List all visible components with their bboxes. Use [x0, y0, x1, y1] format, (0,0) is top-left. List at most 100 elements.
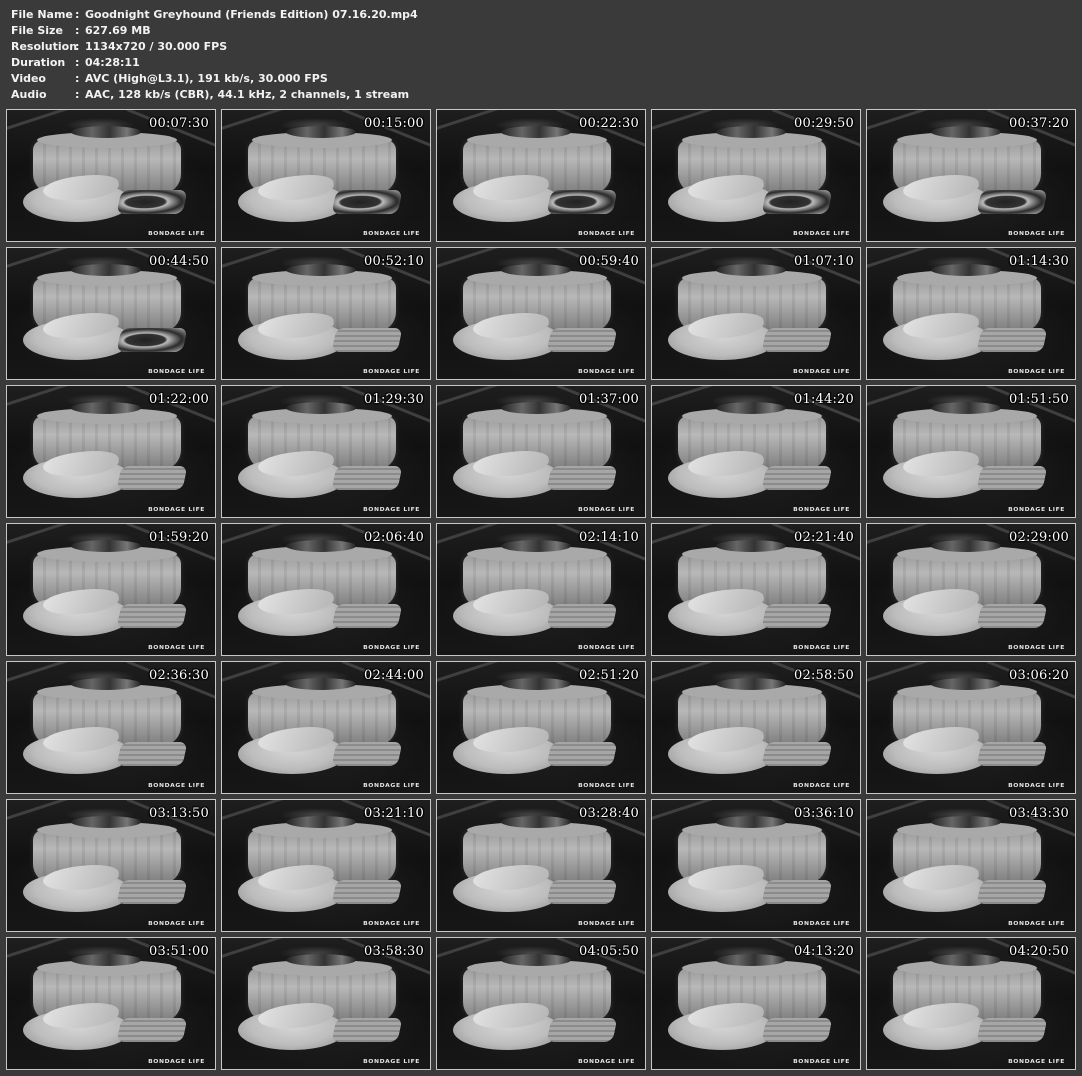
pillows-shape [286, 816, 356, 828]
info-separator: : [75, 24, 80, 37]
pillows-shape [501, 954, 571, 966]
watermark-logo: BONDAGE LIFE [578, 644, 635, 651]
thumbnail-frame[interactable]: 00:59:40 BONDAGE LIFE [436, 247, 646, 380]
pillows-shape [71, 126, 141, 138]
watermark-logo: BONDAGE LIFE [1008, 368, 1065, 375]
frame-timestamp: 01:44:20 [794, 392, 854, 407]
thumbnail-frame[interactable]: 01:29:30 BONDAGE LIFE [221, 385, 431, 518]
info-separator: : [75, 88, 80, 101]
frame-timestamp: 03:58:30 [364, 944, 424, 959]
thumbnail-frame[interactable]: 02:44:00 BONDAGE LIFE [221, 661, 431, 794]
pillows-shape [716, 126, 786, 138]
pillows-shape [716, 954, 786, 966]
watermark-logo: BONDAGE LIFE [793, 920, 850, 927]
info-separator: : [75, 40, 80, 53]
floor-mat-shape [331, 466, 403, 490]
thumbnail-frame[interactable]: 04:05:50 BONDAGE LIFE [436, 937, 646, 1070]
thumbnail-frame[interactable]: 02:14:10 BONDAGE LIFE [436, 523, 646, 656]
floor-mat-shape [116, 880, 188, 904]
floor-mat-shape [116, 328, 188, 352]
thumbnail-frame[interactable]: 03:21:10 BONDAGE LIFE [221, 799, 431, 932]
thumbnail-frame[interactable]: 02:29:00 BONDAGE LIFE [866, 523, 1076, 656]
watermark-logo: BONDAGE LIFE [578, 1058, 635, 1065]
floor-mat-shape [331, 742, 403, 766]
info-row-audio: Audio : AAC, 128 kb/s (CBR), 44.1 kHz, 2… [11, 87, 418, 103]
floor-mat-shape [116, 742, 188, 766]
thumbnail-frame[interactable]: 03:28:40 BONDAGE LIFE [436, 799, 646, 932]
watermark-logo: BONDAGE LIFE [793, 506, 850, 513]
thumbnail-frame[interactable]: 00:22:30 BONDAGE LIFE [436, 109, 646, 242]
thumbnail-frame[interactable]: 01:22:00 BONDAGE LIFE [6, 385, 216, 518]
watermark-logo: BONDAGE LIFE [578, 368, 635, 375]
floor-mat-shape [546, 880, 618, 904]
info-label: Resolution [11, 40, 78, 53]
info-row-file-size: File Size : 627.69 MB [11, 23, 418, 39]
pillows-shape [931, 126, 1001, 138]
thumbnail-frame[interactable]: 01:51:50 BONDAGE LIFE [866, 385, 1076, 518]
frame-timestamp: 02:58:50 [794, 668, 854, 683]
thumbnail-frame[interactable]: 01:07:10 BONDAGE LIFE [651, 247, 861, 380]
frame-timestamp: 01:59:20 [149, 530, 209, 545]
thumbnail-frame[interactable]: 00:52:10 BONDAGE LIFE [221, 247, 431, 380]
watermark-logo: BONDAGE LIFE [793, 368, 850, 375]
frame-timestamp: 01:37:00 [579, 392, 639, 407]
watermark-logo: BONDAGE LIFE [578, 920, 635, 927]
thumbnail-frame[interactable]: 03:36:10 BONDAGE LIFE [651, 799, 861, 932]
watermark-logo: BONDAGE LIFE [1008, 506, 1065, 513]
info-value: Goodnight Greyhound (Friends Edition) 07… [85, 8, 418, 21]
pillows-shape [286, 954, 356, 966]
thumbnail-frame[interactable]: 03:58:30 BONDAGE LIFE [221, 937, 431, 1070]
frame-timestamp: 03:51:00 [149, 944, 209, 959]
thumbnail-frame[interactable]: 02:51:20 BONDAGE LIFE [436, 661, 646, 794]
thumbnail-frame[interactable]: 00:44:50 BONDAGE LIFE [6, 247, 216, 380]
watermark-logo: BONDAGE LIFE [148, 920, 205, 927]
watermark-logo: BONDAGE LIFE [148, 1058, 205, 1065]
watermark-logo: BONDAGE LIFE [363, 506, 420, 513]
info-label: File Size [11, 24, 63, 37]
thumbnail-frame[interactable]: 03:13:50 BONDAGE LIFE [6, 799, 216, 932]
thumbnail-frame[interactable]: 00:29:50 BONDAGE LIFE [651, 109, 861, 242]
thumbnail-frame[interactable]: 00:07:30 BONDAGE LIFE [6, 109, 216, 242]
thumbnail-frame[interactable]: 01:37:00 BONDAGE LIFE [436, 385, 646, 518]
watermark-logo: BONDAGE LIFE [148, 644, 205, 651]
floor-mat-shape [761, 466, 833, 490]
thumbnail-frame[interactable]: 02:21:40 BONDAGE LIFE [651, 523, 861, 656]
thumbnail-frame[interactable]: 02:58:50 BONDAGE LIFE [651, 661, 861, 794]
media-info-panel: File Name : Goodnight Greyhound (Friends… [11, 7, 418, 103]
thumbnail-grid: 00:07:30 BONDAGE LIFE 00:15:00 BONDAGE LIFE… [6, 109, 1076, 1070]
thumbnail-frame[interactable]: 00:15:00 BONDAGE LIFE [221, 109, 431, 242]
watermark-logo: BONDAGE LIFE [148, 506, 205, 513]
thumbnail-frame[interactable]: 01:14:30 BONDAGE LIFE [866, 247, 1076, 380]
watermark-logo: BONDAGE LIFE [1008, 920, 1065, 927]
info-separator: : [75, 56, 80, 69]
floor-mat-shape [546, 328, 618, 352]
pillows-shape [71, 816, 141, 828]
thumbnail-frame[interactable]: 04:20:50 BONDAGE LIFE [866, 937, 1076, 1070]
watermark-logo: BONDAGE LIFE [363, 782, 420, 789]
floor-mat-shape [761, 1018, 833, 1042]
info-label: File Name [11, 8, 73, 21]
thumbnail-frame[interactable]: 01:44:20 BONDAGE LIFE [651, 385, 861, 518]
frame-timestamp: 04:05:50 [579, 944, 639, 959]
info-label: Audio [11, 88, 47, 101]
watermark-logo: BONDAGE LIFE [1008, 644, 1065, 651]
thumbnail-frame[interactable]: 01:59:20 BONDAGE LIFE [6, 523, 216, 656]
pillows-shape [501, 402, 571, 414]
frame-timestamp: 02:36:30 [149, 668, 209, 683]
floor-mat-shape [976, 742, 1048, 766]
floor-mat-shape [116, 1018, 188, 1042]
pillows-shape [286, 126, 356, 138]
watermark-logo: BONDAGE LIFE [148, 230, 205, 237]
thumbnail-frame[interactable]: 02:06:40 BONDAGE LIFE [221, 523, 431, 656]
thumbnail-frame[interactable]: 00:37:20 BONDAGE LIFE [866, 109, 1076, 242]
thumbnail-frame[interactable]: 03:43:30 BONDAGE LIFE [866, 799, 1076, 932]
pillows-shape [931, 954, 1001, 966]
pillows-shape [71, 540, 141, 552]
watermark-logo: BONDAGE LIFE [148, 782, 205, 789]
floor-mat-shape [761, 190, 833, 214]
thumbnail-frame[interactable]: 04:13:20 BONDAGE LIFE [651, 937, 861, 1070]
thumbnail-frame[interactable]: 03:51:00 BONDAGE LIFE [6, 937, 216, 1070]
thumbnail-frame[interactable]: 03:06:20 BONDAGE LIFE [866, 661, 1076, 794]
pillows-shape [716, 402, 786, 414]
thumbnail-frame[interactable]: 02:36:30 BONDAGE LIFE [6, 661, 216, 794]
